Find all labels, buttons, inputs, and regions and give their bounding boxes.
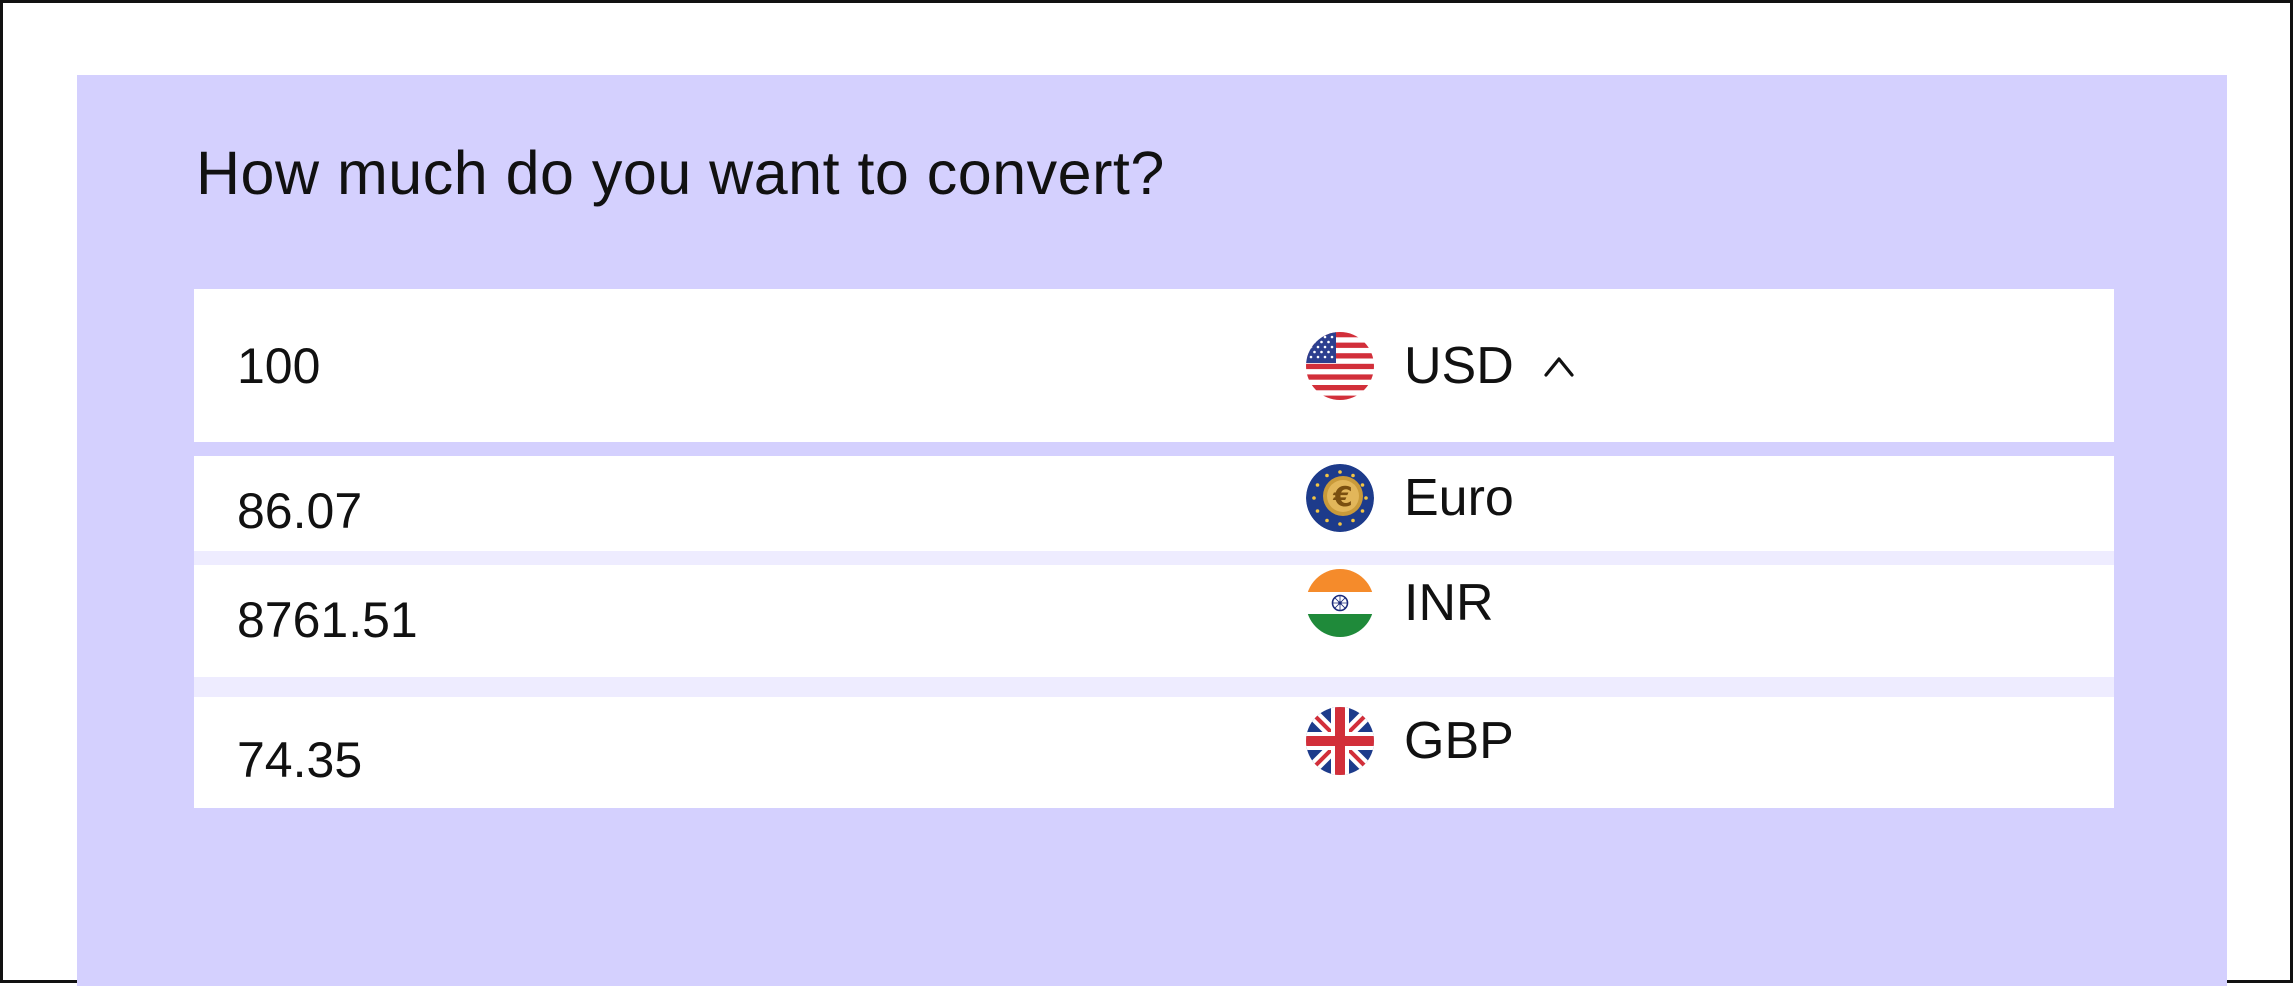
converted-amount: 8761.51 xyxy=(237,592,418,648)
eu-euro-icon: € xyxy=(1306,464,1374,532)
source-currency-select[interactable]: USD xyxy=(1306,332,1578,400)
row-divider xyxy=(194,551,2114,565)
dropdown-divider xyxy=(194,442,2114,450)
currency-option-inr[interactable]: INR xyxy=(1306,569,1494,637)
currency-code: INR xyxy=(1404,574,1494,632)
chevron-up-icon[interactable] xyxy=(1540,347,1578,385)
source-currency-code: USD xyxy=(1404,337,1514,395)
india-flag-icon xyxy=(1306,569,1374,637)
converter-panel: How much do you want to convert? 100 USD… xyxy=(77,75,2227,986)
converter-question: How much do you want to convert? xyxy=(196,139,1165,207)
converted-amount: 74.35 xyxy=(237,732,363,788)
currency-code: GBP xyxy=(1404,712,1514,770)
currency-option-gbp[interactable]: GBP xyxy=(1306,707,1514,775)
app-frame: How much do you want to convert? 100 USD… xyxy=(0,0,2293,986)
result-row-inr[interactable]: 8761.51 INR xyxy=(194,565,2114,677)
row-divider xyxy=(194,677,2114,697)
result-row-euro[interactable]: 86.07 € Euro xyxy=(194,456,2114,551)
source-amount-row: 100 USD xyxy=(194,289,2114,442)
source-amount-input[interactable]: 100 xyxy=(237,341,320,391)
converted-amount: 86.07 xyxy=(237,483,363,539)
result-row-gbp[interactable]: 74.35 GBP xyxy=(194,697,2114,808)
currency-option-euro[interactable]: € Euro xyxy=(1306,464,1514,532)
svg-text:€: € xyxy=(1332,480,1352,513)
uk-flag-icon xyxy=(1306,707,1374,775)
currency-code: Euro xyxy=(1404,469,1514,527)
us-flag-icon xyxy=(1306,332,1374,400)
